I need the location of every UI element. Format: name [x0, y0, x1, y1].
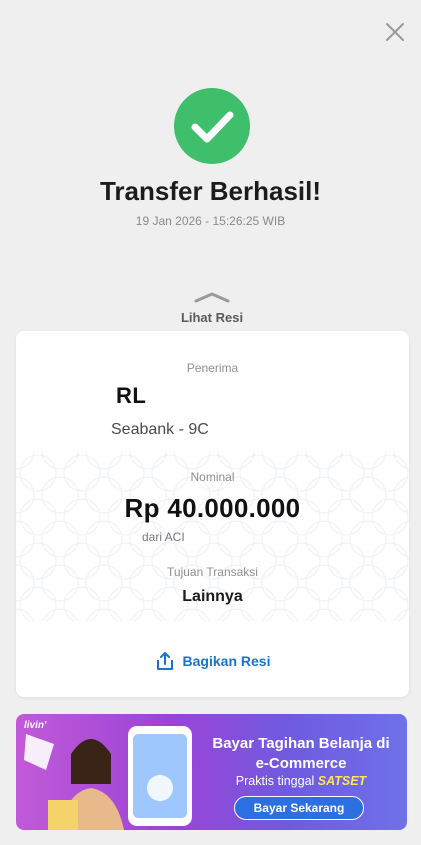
source-account: dari ACI: [142, 530, 185, 544]
pay-now-button[interactable]: Bayar Sekarang: [234, 796, 364, 820]
check-circle-icon: [174, 88, 250, 164]
promo-subline-highlight: SATSET: [317, 774, 367, 788]
receipt-card: Penerima RL Seabank - 9C Nominal Rp 40.0…: [16, 331, 409, 697]
share-icon: [156, 652, 173, 670]
amount-value: Rp 40.000.000: [124, 493, 301, 523]
view-receipt-toggle[interactable]: Lihat Resi: [170, 290, 254, 325]
recipient-label: Penerima: [186, 361, 239, 375]
promo-headline: Bayar Tagihan Belanja di e-Commerce: [212, 735, 390, 772]
promo-subline-prefix: Praktis tinggal: [235, 774, 315, 788]
page-title: Transfer Berhasil!: [99, 176, 322, 206]
chevron-up-icon: [194, 292, 230, 303]
recipient-bank: Seabank - 9C: [111, 421, 209, 438]
purpose-value: Lainnya: [182, 588, 243, 605]
close-icon: [386, 23, 404, 41]
promo-subline: Praktis tinggal SATSET: [206, 774, 396, 788]
transaction-datetime: 19 Jan 2026 - 15:26:25 WIB: [135, 214, 286, 228]
recipient-name: RL: [116, 383, 147, 408]
purpose-label: Tujuan Transaksi: [167, 565, 258, 579]
promo-banner[interactable]: livin' Bayar Tagihan Belanja di e-Commer…: [16, 714, 407, 830]
promo-illustration: [24, 726, 192, 830]
share-receipt-button[interactable]: Bagikan Resi: [16, 651, 409, 671]
view-receipt-label: Lihat Resi: [180, 310, 244, 325]
share-receipt-label: Bagikan Resi: [182, 653, 271, 669]
amount-label: Nominal: [190, 470, 235, 484]
close-button[interactable]: [383, 20, 407, 44]
